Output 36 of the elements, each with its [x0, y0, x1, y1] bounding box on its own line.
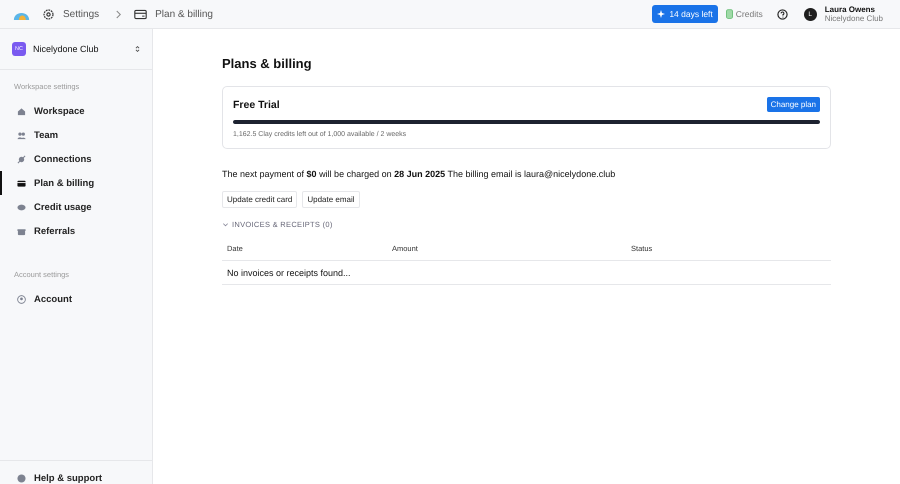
settings-icon: [42, 8, 55, 20]
action-button[interactable]: Update email: [302, 191, 360, 208]
sidebar-item[interactable]: Workspace: [0, 99, 152, 123]
card-icon: [134, 8, 148, 20]
user-name: Laura Owens: [824, 4, 876, 14]
credits-button[interactable]: Credits: [726, 9, 763, 19]
workspace-name[interactable]: Nicelydone Club: [33, 44, 128, 54]
coins-icon: [17, 202, 26, 212]
plug-icon: [17, 154, 26, 164]
sidebar-item[interactable]: Plan & billing: [0, 171, 152, 195]
sidebar-item[interactable]: Credit usage: [0, 195, 152, 219]
sidebar-item[interactable]: Team: [0, 123, 152, 147]
action-button[interactable]: Update credit card: [222, 191, 298, 208]
plan-name: Free Trial: [233, 98, 280, 110]
trial-button[interactable]: 14 days left: [652, 5, 718, 23]
breadcrumb-link[interactable]: Settings: [63, 8, 100, 20]
card-icon: [17, 178, 26, 188]
chevron-icon: [222, 221, 229, 228]
user-circle-icon: [17, 294, 26, 304]
sidebar-item[interactable]: Account: [0, 287, 152, 311]
house-icon: [17, 106, 26, 116]
payment-text: The next payment of $0 will be charged on 28 Jun 2025 The billing email is laura@nicelydone.club: [222, 169, 616, 179]
coin-stack-icon: [726, 9, 733, 19]
sidebar-item[interactable]: Referrals: [0, 219, 152, 243]
empty-message: No invoices or receipts found...: [227, 268, 351, 278]
sidebar-item[interactable]: Help & support: [0, 472, 152, 484]
chevron-up-down-icon[interactable]: [135, 45, 140, 53]
page-title: Plans & billing: [222, 56, 313, 71]
chevron-right-icon: [115, 10, 122, 18]
gift-icon: [17, 226, 26, 236]
team-icon: [17, 130, 26, 140]
sparkle-icon: [657, 10, 666, 18]
user-org: Nicelydone Club: [824, 14, 883, 24]
sidebar-item[interactable]: Connections: [0, 147, 152, 171]
change-plan-button[interactable]: Change plan: [766, 97, 820, 112]
breadcrumb-link[interactable]: Plan & billing: [155, 8, 213, 20]
